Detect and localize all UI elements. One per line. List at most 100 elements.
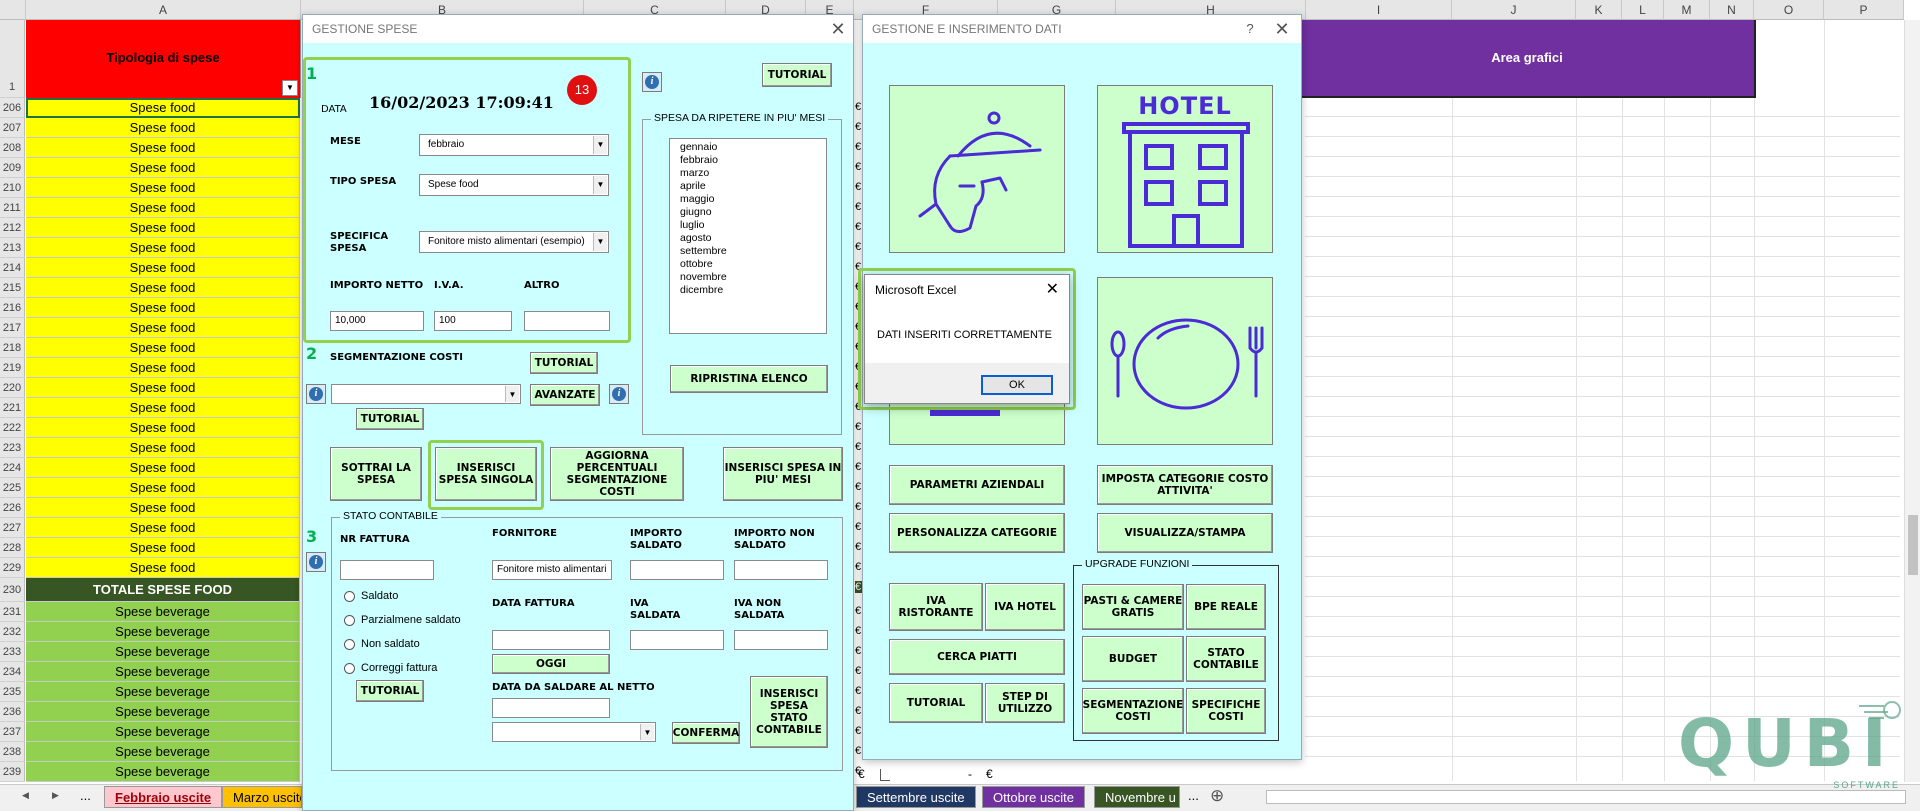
table-cell[interactable]: Spese beverage <box>26 622 300 642</box>
tab-settembre-uscite[interactable]: Settembre uscite <box>856 786 976 808</box>
table-cell[interactable]: Spese beverage <box>26 682 300 702</box>
col-header-n[interactable]: N <box>1710 0 1754 20</box>
row-header[interactable]: 206 <box>0 98 25 118</box>
table-cell[interactable]: Spese food <box>26 298 300 318</box>
tab-marzo-uscite[interactable]: Marzo uscite <box>222 786 302 808</box>
row-header[interactable]: 213 <box>0 238 25 258</box>
row-header[interactable]: 234 <box>0 662 25 682</box>
list-item[interactable]: agosto <box>680 232 816 245</box>
tutorial-button-dati[interactable]: TUTORIAL <box>889 683 983 723</box>
segmentazione-combo[interactable]: ▼ <box>331 384 521 404</box>
table-cell[interactable]: Spese food <box>26 398 300 418</box>
col-header-k[interactable]: K <box>1576 0 1622 20</box>
table-cell[interactable]: Spese beverage <box>26 702 300 722</box>
row-header[interactable]: 210 <box>0 178 25 198</box>
info-icon-top[interactable]: i <box>642 72 662 92</box>
segmentazione-costi-button[interactable]: SEGMENTAZIONE COSTI <box>1082 688 1184 734</box>
table-cell[interactable]: Spese food <box>26 458 300 478</box>
step-utilizzo-button[interactable]: STEP DI UTILIZZO <box>985 683 1065 723</box>
tipo-spesa-combo[interactable]: Spese food ▼ <box>419 174 609 196</box>
table-cell[interactable]: Spese food <box>26 198 300 218</box>
data-da-saldare-dropdown-icon[interactable]: ▼ <box>640 724 654 740</box>
mese-dropdown-icon[interactable]: ▼ <box>593 136 607 154</box>
visualizza-stampa-button[interactable]: VISUALIZZA/STAMPA <box>1097 513 1273 553</box>
col-header-l[interactable]: L <box>1622 0 1664 20</box>
info-icon-stato[interactable]: i <box>306 552 326 572</box>
gestione-dati-close-icon[interactable]: ✕ <box>1271 18 1293 40</box>
hotel-tile[interactable]: HOTEL <box>1097 85 1273 253</box>
data-da-saldare-input[interactable] <box>492 698 610 718</box>
table-cell[interactable]: Spese food <box>26 138 300 158</box>
row-header[interactable]: 209 <box>0 158 25 178</box>
row-header[interactable]: 231 <box>0 602 25 622</box>
inserisci-spesa-singola-button[interactable]: INSERISCI SPESA SINGOLA <box>435 447 537 501</box>
table-cell[interactable]: Spese beverage <box>26 722 300 742</box>
list-item[interactable]: aprile <box>680 180 816 193</box>
iva-input[interactable]: 100 <box>434 311 512 331</box>
altro-input[interactable] <box>524 311 610 331</box>
col-header-j[interactable]: J <box>1452 0 1576 20</box>
radio-non-saldato[interactable]: Non saldato <box>344 638 420 650</box>
row-header[interactable]: 235 <box>0 682 25 702</box>
row-header[interactable]: 233 <box>0 642 25 662</box>
filter-dropdown-icon[interactable]: ▼ <box>282 80 298 96</box>
col-header-a[interactable]: A <box>26 0 301 20</box>
ristorante-tile[interactable] <box>889 85 1065 253</box>
radio-non-saldato-circle[interactable] <box>344 638 355 650</box>
importo-netto-input[interactable]: 10,000 <box>330 311 424 331</box>
row-header[interactable]: 216 <box>0 298 25 318</box>
tutorial-button-stato[interactable]: TUTORIAL <box>356 680 424 702</box>
select-all-corner[interactable] <box>0 0 26 20</box>
row-header[interactable]: 239 <box>0 762 25 782</box>
table-cell[interactable]: Spese beverage <box>26 662 300 682</box>
importo-non-saldato-input[interactable] <box>734 560 828 580</box>
row-header[interactable]: 226 <box>0 498 25 518</box>
list-item[interactable]: novembre <box>680 271 816 284</box>
table-cell[interactable]: Spese food <box>26 358 300 378</box>
radio-parzialmente-circle[interactable] <box>344 614 355 626</box>
mese-combo[interactable]: febbraio ▼ <box>419 134 609 156</box>
tutorial-button-seg[interactable]: TUTORIAL <box>530 352 598 374</box>
row-header[interactable]: 229 <box>0 558 25 578</box>
table-cell[interactable]: Spese food <box>26 478 300 498</box>
table-cell[interactable]: Spese beverage <box>26 642 300 662</box>
radio-parzialmente-saldato[interactable]: Parzialmene saldato <box>344 614 461 626</box>
table-cell[interactable]: Spese food <box>26 438 300 458</box>
list-item[interactable]: marzo <box>680 167 816 180</box>
table-cell[interactable]: Spese food <box>26 98 300 118</box>
table-cell[interactable]: Spese food <box>26 338 300 358</box>
tab-febbraio-uscite[interactable]: Febbraio uscite <box>104 786 223 808</box>
info-icon-seg-left[interactable]: i <box>306 384 326 404</box>
h-scroll-thumb[interactable] <box>1285 793 1885 801</box>
tab-scroll-left-icon[interactable]: ◀ <box>22 790 29 801</box>
table-cell[interactable]: Spese food <box>26 538 300 558</box>
ripristina-elenco-button[interactable]: RIPRISTINA ELENCO <box>670 365 828 393</box>
row-header[interactable]: 232 <box>0 622 25 642</box>
radio-correggi-circle[interactable] <box>344 662 355 674</box>
table-cell[interactable]: Spese food <box>26 278 300 298</box>
info-icon-seg-right[interactable]: i <box>609 384 629 404</box>
pasti-camere-gratis-button[interactable]: PASTI & CAMERE GRATIS <box>1082 584 1184 630</box>
radio-correggi-fattura[interactable]: Correggi fattura <box>344 662 437 674</box>
sottrai-spesa-button[interactable]: SOTTRAI LA SPESA <box>330 447 422 501</box>
gestione-dati-help-icon[interactable]: ? <box>1239 18 1261 40</box>
iva-ristorante-button[interactable]: IVA RISTORANTE <box>889 583 983 631</box>
table-cell[interactable]: Spese food <box>26 218 300 238</box>
row-header[interactable]: 207 <box>0 118 25 138</box>
tipo-spesa-dropdown-icon[interactable]: ▼ <box>593 176 607 194</box>
list-item[interactable]: ottobre <box>680 258 816 271</box>
col-header-o[interactable]: O <box>1754 0 1824 20</box>
specifica-spesa-combo[interactable]: Fonitore misto alimentari (esempio) ▼ <box>419 231 609 253</box>
total-cell[interactable]: TOTALE SPESE FOOD <box>26 578 300 602</box>
row-header[interactable]: 225 <box>0 478 25 498</box>
radio-saldato-circle[interactable] <box>344 590 355 602</box>
nr-fattura-input[interactable] <box>340 560 434 580</box>
row-header-1[interactable]: 1 <box>0 20 25 98</box>
row-header[interactable]: 217 <box>0 318 25 338</box>
avanzate-button[interactable]: AVANZATE <box>530 384 600 406</box>
radio-saldato[interactable]: Saldato <box>344 590 398 602</box>
col-header-i[interactable]: I <box>1306 0 1452 20</box>
row-header[interactable]: 212 <box>0 218 25 238</box>
msgbox-close-icon[interactable]: ✕ <box>1046 279 1059 299</box>
specifica-dropdown-icon[interactable]: ▼ <box>593 233 607 251</box>
